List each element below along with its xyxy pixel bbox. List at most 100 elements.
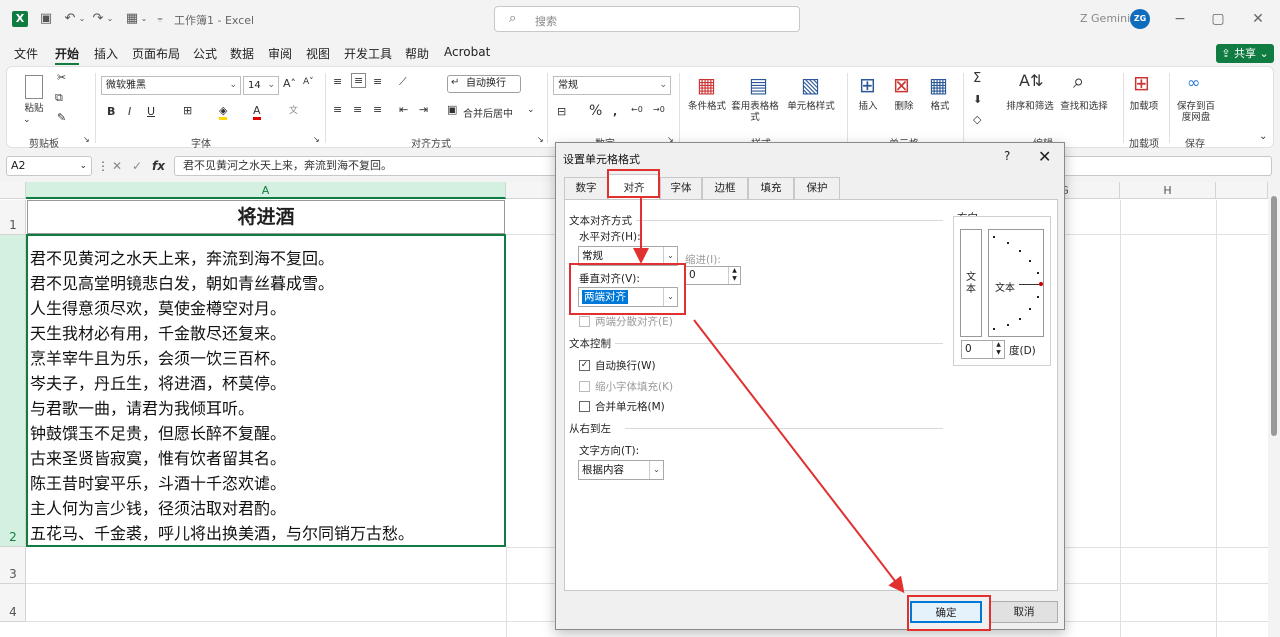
insert-function-icon[interactable]: fx bbox=[152, 159, 165, 173]
menu-acrobat[interactable]: Acrobat bbox=[444, 45, 490, 59]
font-color-icon[interactable]: A bbox=[253, 104, 261, 120]
menu-data[interactable]: 数据 bbox=[230, 45, 254, 62]
minimize-icon[interactable]: − bbox=[1168, 8, 1192, 30]
save-icon[interactable]: ▣ bbox=[38, 11, 54, 27]
menu-help[interactable]: 帮助 bbox=[405, 45, 429, 62]
underline-icon[interactable]: U bbox=[147, 105, 155, 118]
sort-filter-icon[interactable]: A⇅ bbox=[1019, 71, 1043, 90]
share-button[interactable]: ⇪ 共享 ⌄ bbox=[1216, 44, 1274, 63]
restore-icon[interactable]: ▢ bbox=[1206, 8, 1230, 30]
column-header[interactable] bbox=[1216, 182, 1268, 199]
menu-developer[interactable]: 开发工具 bbox=[344, 45, 392, 62]
scrollbar-thumb[interactable] bbox=[1271, 196, 1277, 436]
cancel-button[interactable]: 取消 bbox=[990, 601, 1058, 623]
cell-a2[interactable]: 君不见黄河之水天上来，奔流到海不复回。 君不见高堂明镜悲白发，朝如青丝暮成雪。 … bbox=[26, 234, 506, 547]
customize-qat-icon[interactable]: ⩦ bbox=[152, 11, 168, 27]
fill-icon[interactable]: ⬇ bbox=[973, 93, 982, 106]
align-right-icon[interactable]: ≡ bbox=[373, 103, 382, 116]
menu-formulas[interactable]: 公式 bbox=[193, 45, 217, 62]
number-format-select[interactable]: 常规 ⌄ bbox=[553, 76, 671, 95]
increase-indent-icon[interactable]: ⇥ bbox=[419, 103, 428, 116]
decrease-decimal-icon[interactable]: →0 bbox=[653, 105, 665, 114]
accounting-icon[interactable]: ⊟ bbox=[557, 105, 566, 118]
align-bottom-icon[interactable]: ≡ bbox=[373, 75, 382, 88]
menu-file[interactable]: 文件 bbox=[14, 45, 38, 62]
form-dropdown-icon[interactable]: ⌄ bbox=[136, 11, 152, 27]
vertical-scrollbar[interactable] bbox=[1268, 182, 1280, 637]
help-button[interactable]: ? bbox=[1004, 149, 1010, 163]
border-icon[interactable]: ⊞ bbox=[183, 104, 192, 117]
cell-style-icon[interactable]: ▧ bbox=[801, 73, 820, 97]
table-format-button[interactable]: 套用表格格式 bbox=[729, 101, 781, 123]
autosum-icon[interactable]: Σ bbox=[973, 71, 981, 86]
name-box[interactable]: A2 ⌄ bbox=[6, 156, 92, 176]
cut-icon[interactable]: ✂ bbox=[57, 71, 66, 84]
merge-center-icon[interactable]: ▣ bbox=[447, 103, 457, 116]
align-top-icon[interactable]: ≡ bbox=[333, 75, 342, 88]
tab-protection[interactable]: 保护 bbox=[794, 177, 840, 199]
find-select-icon[interactable]: ⌕ bbox=[1073, 69, 1084, 93]
delete-cells-icon[interactable]: ⊠ bbox=[893, 73, 910, 97]
percent-icon[interactable]: % bbox=[589, 103, 602, 119]
indent-spinner[interactable]: 0 ▲ ▼ bbox=[685, 266, 741, 285]
dialog-close-icon[interactable]: ✕ bbox=[1038, 147, 1051, 166]
addins-icon[interactable]: ⊞ bbox=[1133, 71, 1150, 95]
format-cells-icon[interactable]: ▦ bbox=[929, 73, 948, 97]
copy-icon[interactable]: ⧉ bbox=[55, 91, 63, 105]
phonetic-icon[interactable]: 文 bbox=[289, 103, 298, 116]
tab-font[interactable]: 字体 bbox=[660, 177, 702, 199]
format-painter-icon[interactable]: ✎ bbox=[57, 111, 66, 124]
insert-cells-button[interactable]: 插入 bbox=[853, 101, 883, 112]
close-icon[interactable]: ✕ bbox=[1246, 8, 1270, 30]
menu-home[interactable]: 开始 bbox=[55, 45, 80, 65]
avatar[interactable]: ZG bbox=[1130, 9, 1150, 29]
dial-handle[interactable] bbox=[1039, 282, 1043, 286]
find-select-button[interactable]: 查找和选择 bbox=[1057, 101, 1111, 112]
distributed-checkbox[interactable] bbox=[579, 316, 590, 327]
align-middle-icon[interactable]: ≡ bbox=[351, 73, 367, 88]
fill-color-icon[interactable]: ◈ bbox=[219, 104, 228, 120]
user-name[interactable]: Z Gemini bbox=[1080, 12, 1130, 25]
save-baidu-button[interactable]: 保存到百度网盘 bbox=[1175, 101, 1217, 123]
tab-border[interactable]: 边框 bbox=[702, 177, 748, 199]
more-icon[interactable]: ⋮ bbox=[97, 159, 109, 173]
merge-dropdown-icon[interactable]: ⌄ bbox=[527, 105, 535, 115]
shrink-font-icon[interactable]: A˅ bbox=[303, 77, 314, 87]
degree-spinner[interactable]: 0 ▲ ▼ bbox=[961, 340, 1005, 359]
spinner-arrows-icon[interactable]: ▲ ▼ bbox=[992, 341, 1004, 358]
delete-cells-button[interactable]: 删除 bbox=[889, 101, 919, 112]
clear-icon[interactable]: ◇ bbox=[973, 113, 981, 126]
italic-icon[interactable]: I bbox=[128, 105, 131, 118]
align-launcher-icon[interactable]: ↘ bbox=[537, 135, 544, 144]
comma-style-icon[interactable]: , bbox=[613, 105, 617, 118]
orientation-icon[interactable]: ⟋ bbox=[399, 75, 407, 89]
undo-dropdown-icon[interactable]: ⌄ bbox=[74, 11, 90, 27]
font-launcher-icon[interactable]: ↘ bbox=[313, 135, 320, 144]
align-center-icon[interactable]: ≡ bbox=[353, 103, 362, 116]
search-input[interactable]: ⌕ 搜索 bbox=[494, 6, 800, 32]
menu-view[interactable]: 视图 bbox=[306, 45, 330, 62]
format-cells-button[interactable]: 格式 bbox=[925, 101, 955, 112]
collapse-ribbon-icon[interactable]: ⌄ bbox=[1259, 131, 1267, 142]
decrease-indent-icon[interactable]: ⇤ bbox=[399, 103, 408, 116]
addins-button[interactable]: 加载项 bbox=[1129, 101, 1159, 112]
menu-insert[interactable]: 插入 bbox=[94, 45, 118, 62]
enter-icon[interactable]: ✓ bbox=[132, 159, 142, 173]
cancel-icon[interactable]: ✕ bbox=[112, 159, 122, 173]
redo-dropdown-icon[interactable]: ⌄ bbox=[102, 11, 118, 27]
grow-font-icon[interactable]: A˄ bbox=[283, 77, 296, 90]
column-header-a[interactable]: A bbox=[26, 182, 506, 199]
sort-filter-button[interactable]: 排序和筛选 bbox=[1003, 101, 1057, 112]
insert-cells-icon[interactable]: ⊞ bbox=[859, 73, 876, 97]
tab-number[interactable]: 数字 bbox=[564, 177, 608, 199]
increase-decimal-icon[interactable]: ←0 bbox=[631, 105, 643, 114]
conditional-format-icon[interactable]: ▦ bbox=[697, 73, 716, 97]
clipboard-launcher-icon[interactable]: ↘ bbox=[83, 135, 90, 144]
paste-dropdown-icon[interactable]: ⌄ bbox=[23, 115, 31, 125]
paste-button[interactable]: 粘贴 bbox=[21, 103, 47, 114]
row-header-3[interactable]: 3 bbox=[0, 547, 26, 584]
merge-cells-checkbox[interactable] bbox=[579, 401, 590, 412]
table-format-icon[interactable]: ▤ bbox=[749, 73, 768, 97]
paste-icon[interactable] bbox=[25, 75, 43, 99]
menu-review[interactable]: 审阅 bbox=[268, 45, 292, 62]
